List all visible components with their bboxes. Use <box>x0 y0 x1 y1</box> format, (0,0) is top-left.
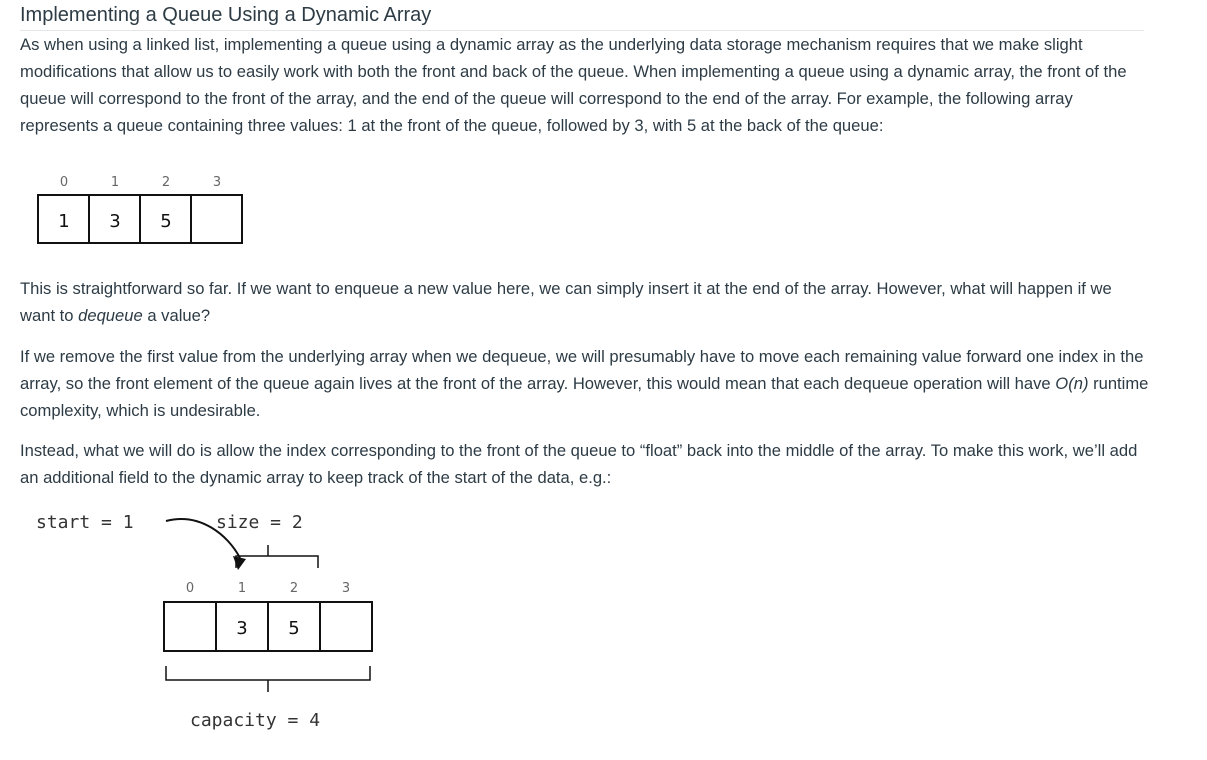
capacity-label: capacity = 4 <box>190 710 320 731</box>
fig2-index-1: 1 <box>238 581 246 596</box>
fig2-cell-1: 3 <box>236 618 247 639</box>
fig1-array-outline <box>37 194 243 244</box>
size-bracket <box>235 545 319 568</box>
fig1-index-2: 2 <box>162 175 170 190</box>
fig1-cell-0: 1 <box>58 211 69 232</box>
fig2-array-outline <box>163 601 373 652</box>
dequeue-paragraph: This is straightforward so far. If we wa… <box>20 275 1150 329</box>
complexity-paragraph: If we remove the first value from the un… <box>20 343 1150 424</box>
figure1-array: 0 1 2 3 1 3 5 <box>37 175 243 244</box>
fig2-index-0: 0 <box>186 581 194 596</box>
fig1-index-0: 0 <box>60 175 68 190</box>
para2-text-after: a value? <box>142 306 211 325</box>
fig2-index-2: 2 <box>290 581 298 596</box>
para3-emphasis: O(n) <box>1055 374 1089 393</box>
start-label: start = 1 <box>36 512 134 533</box>
intro-paragraph: As when using a linked list, implementin… <box>20 35 1127 135</box>
para2-emphasis: dequeue <box>78 306 143 325</box>
fig2-index-3: 3 <box>342 581 350 596</box>
para3-text-before: If we remove the first value from the un… <box>20 347 1144 393</box>
fig2-cell-2: 5 <box>288 618 299 639</box>
fig1-index-1: 1 <box>111 175 119 190</box>
fig1-cell-1: 3 <box>109 211 120 232</box>
float-paragraph: Instead, what we will do is allow the in… <box>20 441 1138 487</box>
fig1-index-3: 3 <box>213 175 221 190</box>
capacity-bracket <box>165 666 371 692</box>
page-title: Implementing a Queue Using a Dynamic Arr… <box>20 3 1144 31</box>
figure2-array: start = 1 size = 2 0 1 2 3 3 5 capacity … <box>36 512 373 731</box>
start-arrow <box>165 518 241 559</box>
fig1-cell-2: 5 <box>160 211 171 232</box>
start-arrowhead <box>233 556 246 570</box>
size-label: size = 2 <box>216 512 303 533</box>
